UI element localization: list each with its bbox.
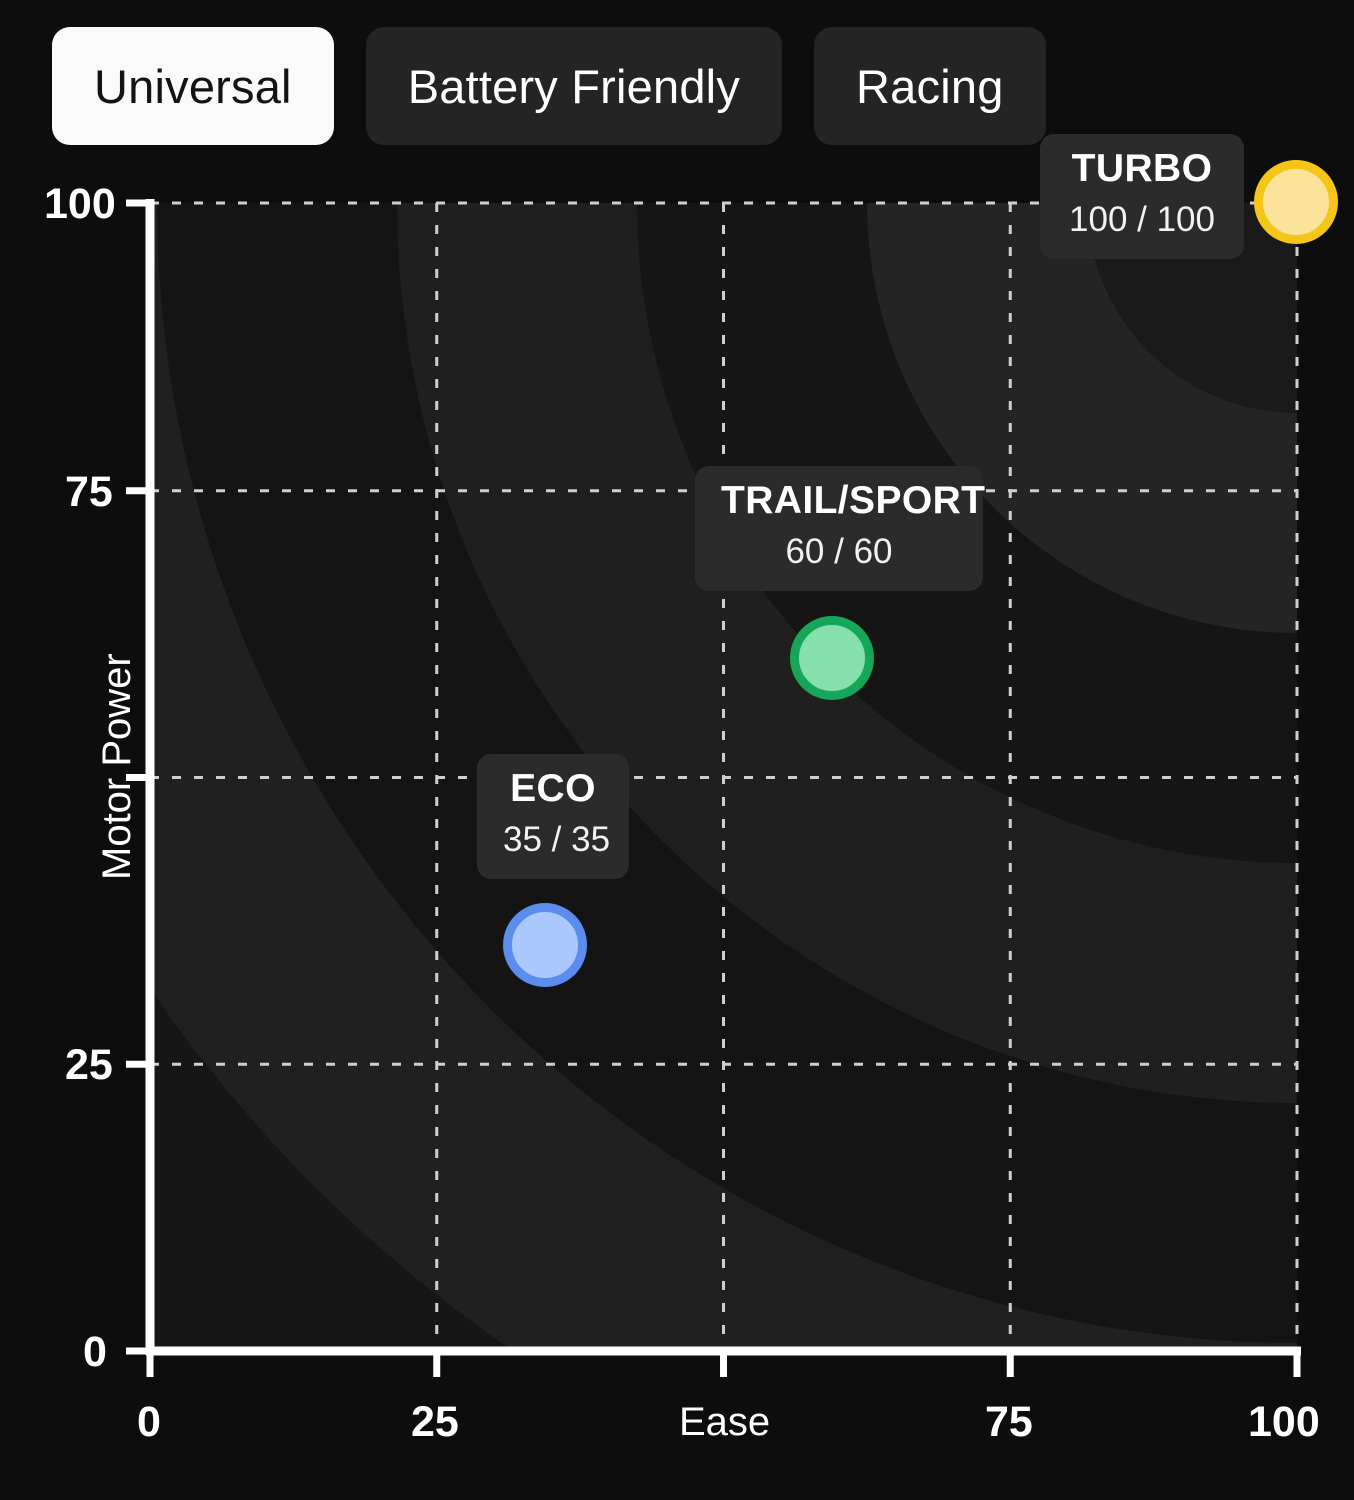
tab-universal[interactable]: Universal	[52, 27, 334, 145]
tooltip-trail-sport-title: TRAIL/SPORT	[721, 479, 986, 522]
tab-battery-friendly-label: Battery Friendly	[407, 59, 741, 113]
assist-mode-chart-screen: 100 75 25 0 Motor Power 0 25 75 100 Ease…	[0, 0, 1354, 1500]
tooltip-turbo-values: 100 / 100	[1069, 200, 1215, 240]
x-tick-label-100: 100	[1248, 1398, 1320, 1446]
tooltip-turbo-title: TURBO	[1071, 147, 1213, 190]
y-tick-label-75: 75	[65, 468, 113, 516]
x-tick-label-75: 75	[985, 1398, 1033, 1446]
tooltip-eco-values: 35 / 35	[503, 820, 611, 860]
x-tick-label-25: 25	[411, 1398, 459, 1446]
tab-racing-label: Racing	[856, 59, 1004, 113]
tooltip-eco: ECO 35 / 35	[477, 754, 629, 880]
mode-preset-tabbar: Universal Battery Friendly Racing	[52, 27, 1046, 145]
x-tick-label-0: 0	[137, 1398, 161, 1446]
tooltip-eco-title: ECO	[510, 767, 596, 810]
tooltip-turbo: TURBO 100 / 100	[1040, 134, 1244, 260]
tab-universal-label: Universal	[94, 59, 292, 113]
tab-battery-friendly[interactable]: Battery Friendly	[365, 27, 783, 145]
data-point-eco[interactable]	[503, 903, 587, 987]
tooltip-trail-sport: TRAIL/SPORT 60 / 60	[695, 466, 986, 592]
y-tick-label-25: 25	[65, 1041, 113, 1089]
y-tick-label-100: 100	[44, 180, 116, 228]
y-axis-title: Motor Power	[95, 653, 139, 880]
tooltip-trail-sport-values: 60 / 60	[785, 532, 893, 572]
tab-racing[interactable]: Racing	[814, 27, 1046, 145]
y-tick-label-0: 0	[83, 1328, 107, 1376]
data-point-turbo[interactable]	[1254, 160, 1338, 244]
x-axis-title: Ease	[679, 1400, 771, 1444]
data-point-trail-sport[interactable]	[790, 616, 874, 700]
